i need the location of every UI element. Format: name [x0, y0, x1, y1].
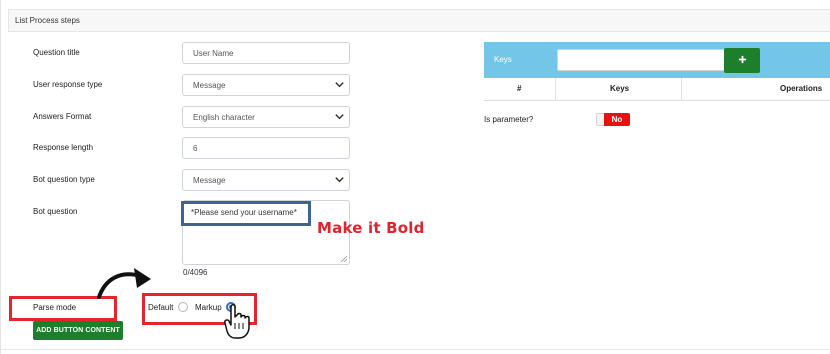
question-title-input[interactable]: User Name	[182, 42, 350, 64]
response-length-value: 6	[193, 144, 198, 153]
keys-column-operations: Operations	[780, 84, 823, 93]
parse-mode-markup-label: Markup	[195, 303, 222, 312]
curved-arrow-icon	[97, 272, 143, 299]
parse-mode-default-label: Default	[148, 303, 174, 312]
keys-input[interactable]	[557, 49, 725, 71]
user-response-type-value: Message	[193, 81, 226, 90]
bot-question-label: Bot question	[33, 207, 78, 216]
user-response-type-select[interactable]: Message	[182, 74, 350, 96]
chevron-down-icon	[335, 114, 344, 120]
keys-column-index: #	[517, 84, 522, 93]
panel-header: List Process steps	[8, 9, 830, 32]
keys-title: Keys	[494, 55, 512, 64]
column-divider	[681, 78, 682, 100]
column-divider	[555, 78, 556, 100]
response-length-label: Response length	[33, 143, 94, 152]
is-parameter-label: Is parameter?	[484, 115, 534, 124]
add-button-content-button[interactable]: ADD BUTTON CONTENT	[33, 321, 123, 340]
parse-mode-markup-radio[interactable]	[226, 302, 236, 312]
question-title-value: User Name	[193, 49, 234, 58]
parse-mode-default-radio[interactable]	[178, 302, 188, 312]
bot-question-type-value: Message	[193, 176, 226, 185]
is-parameter-toggle[interactable]: No	[596, 113, 630, 126]
response-length-input[interactable]: 6	[182, 137, 350, 159]
chevron-down-icon	[335, 82, 344, 88]
arrow-head-icon	[134, 268, 151, 288]
chevron-down-icon	[335, 177, 344, 183]
keys-toolbar: Keys	[484, 42, 830, 78]
panel-title: List Process steps	[15, 16, 80, 25]
resize-handle-icon[interactable]	[341, 256, 347, 262]
keys-column-keys: Keys	[610, 84, 630, 93]
answers-format-label: Answers Format	[33, 112, 92, 121]
annotation-note: Make it Bold	[317, 219, 425, 237]
bot-question-type-select[interactable]: Message	[182, 169, 350, 191]
answers-format-select[interactable]: English character	[182, 106, 350, 128]
plus-icon	[738, 55, 746, 64]
answers-format-value: English character	[193, 113, 255, 122]
process-steps-panel: List Process steps Question title User N…	[0, 0, 830, 354]
add-key-button[interactable]	[724, 48, 760, 73]
keys-table-header: # Keys Operations	[484, 78, 830, 101]
bot-question-highlight: *Please send your username*	[181, 201, 311, 226]
user-response-type-label: User response type	[33, 80, 103, 89]
toggle-label: No	[604, 113, 630, 126]
divider	[1, 349, 830, 350]
character-counter: 0/4096	[183, 268, 208, 277]
bot-question-value: *Please send your username*	[191, 208, 297, 217]
question-title-label: Question title	[33, 48, 80, 57]
parse-mode-label: Parse mode	[33, 303, 77, 312]
bot-question-type-label: Bot question type	[33, 175, 95, 184]
